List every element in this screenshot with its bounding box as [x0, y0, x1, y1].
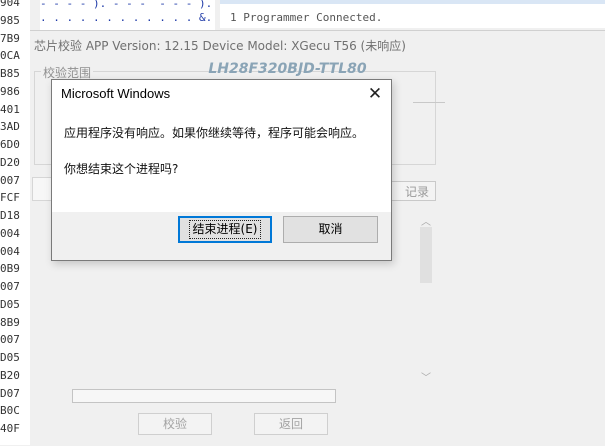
dialog-titlebar: Microsoft Windows ✕	[52, 80, 391, 108]
scroll-thumb[interactable]	[420, 227, 432, 283]
hex-address: 0B9	[0, 262, 20, 276]
hex-address: 004	[0, 244, 20, 258]
hex-address: 007	[0, 280, 20, 293]
code-line: - - - - ). - - - - - - ).	[40, 0, 213, 10]
scroll-down-icon[interactable]: ﹀	[420, 369, 432, 384]
hex-address: B85	[0, 67, 20, 80]
hex-address: 7B9	[0, 31, 20, 45]
hex-address: D05	[0, 351, 20, 364]
hex-address: 004	[0, 226, 20, 240]
scroll-up-icon[interactable]: ︿	[420, 213, 432, 228]
hex-address: FCF	[0, 191, 20, 205]
hex-address: 007	[0, 173, 20, 187]
dialog-message: 应用程序没有响应。如果你继续等待，程序可能会响应。	[64, 126, 365, 140]
hex-address: 40F	[0, 422, 20, 435]
hex-address: 0CA	[0, 49, 20, 63]
hex-address: D05	[0, 297, 20, 311]
verify-progress-bar	[72, 389, 336, 403]
log-line: 1 Programmer Connected.	[230, 11, 383, 24]
hex-address: B0C	[0, 404, 20, 418]
hex-address: 401	[0, 102, 20, 116]
close-icon[interactable]: ✕	[362, 81, 388, 107]
hex-address: D20	[0, 155, 20, 169]
hex-address: 6D0	[0, 138, 20, 151]
end-process-label: 结束进程(E)	[188, 220, 262, 239]
dialog-body: 应用程序没有响应。如果你继续等待，程序可能会响应。 你想结束这个进程吗?	[52, 108, 391, 212]
hex-address: B20	[0, 368, 20, 382]
programmer-log-panel: 1 Programmer Connected.	[220, 0, 605, 28]
hex-address: 985	[0, 13, 20, 27]
device-name: LH28F320BJD-TTL80	[208, 61, 367, 77]
scrollbar[interactable]: ︿ ﹀	[418, 213, 434, 384]
hex-address: 007	[0, 333, 20, 347]
background-code-text: - - - - ). - - - - - - ). . . . . . . . …	[40, 0, 215, 30]
verify-button[interactable]: 校验	[138, 413, 212, 435]
hex-address: 904	[0, 0, 20, 9]
back-button[interactable]: 返回	[254, 413, 328, 435]
dialog-title: Microsoft Windows	[61, 86, 171, 101]
code-line: . . . . . . . . . . . . &. .	[40, 11, 215, 24]
not-responding-dialog: Microsoft Windows ✕ 应用程序没有响应。如果你继续等待，程序可…	[51, 79, 392, 261]
hex-address: D07	[0, 386, 20, 400]
dialog-question: 你想结束这个进程吗?	[64, 162, 179, 176]
hex-address: 8B9	[0, 315, 20, 329]
hex-address-column: 904 985 7B9 0CA B85 986 401 3AD 6D0 D20 007 FCF D18 0…	[0, 0, 30, 445]
window-title: 芯片校验 APP Version: 12.15 Device Model: XG…	[34, 39, 406, 53]
hex-address: D18	[0, 209, 20, 222]
end-process-button[interactable]: 结束进程(E)	[178, 216, 272, 243]
cancel-button[interactable]: 取消	[283, 216, 378, 243]
hex-address: 986	[0, 84, 20, 98]
hex-address: 3AD	[0, 120, 20, 134]
divider	[413, 102, 445, 103]
